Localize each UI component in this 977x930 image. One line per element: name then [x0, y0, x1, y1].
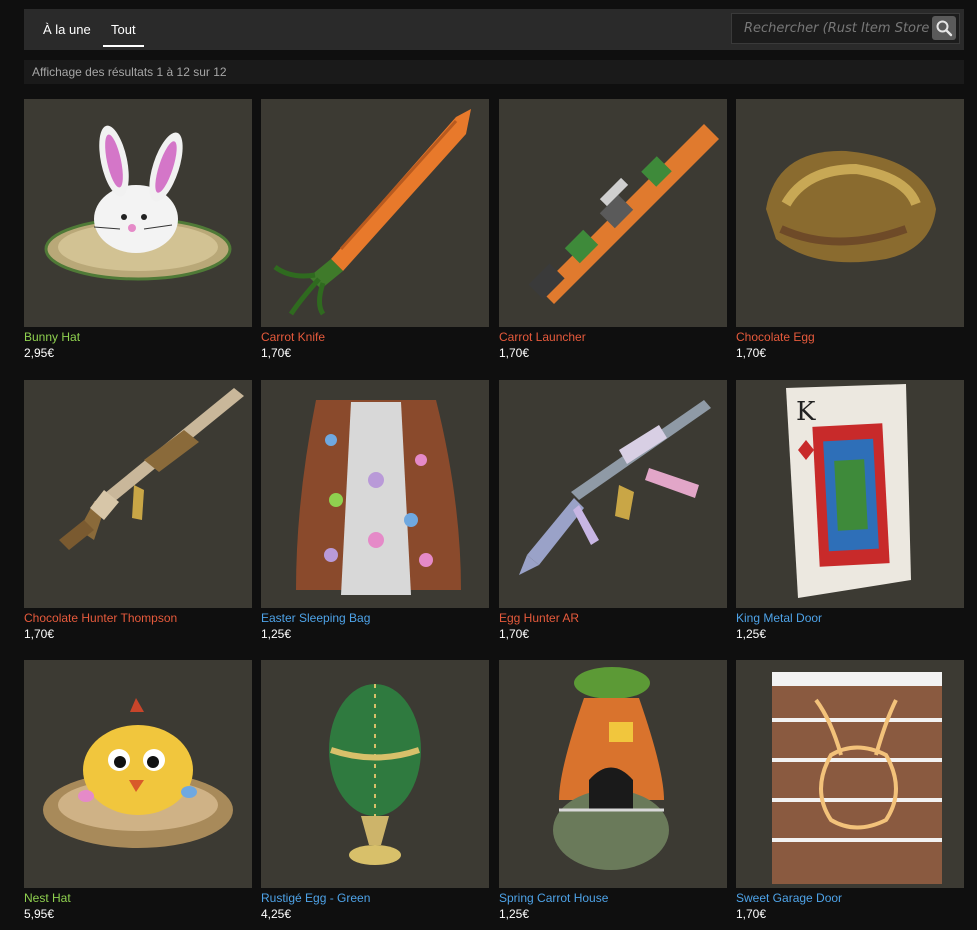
item-card[interactable]: Bunny Hat 2,95€	[24, 99, 252, 361]
item-price: 1,70€	[736, 346, 767, 360]
item-thumbnail[interactable]	[499, 99, 727, 327]
item-name[interactable]: Easter Sleeping Bag	[261, 611, 489, 626]
item-price: 5,95€	[24, 907, 55, 921]
chocolate-egg-icon	[766, 150, 936, 263]
item-card[interactable]: Easter Sleeping Bag 1,25€	[261, 380, 489, 642]
results-count: Affichage des résultats 1 à 12 sur 12	[24, 60, 964, 84]
sleeping-bag-icon	[296, 400, 461, 595]
item-name[interactable]: Nest Hat	[24, 891, 252, 906]
item-card[interactable]: Rustigé Egg - Green 4,25€	[261, 660, 489, 922]
item-price: 2,95€	[24, 346, 55, 360]
item-thumbnail[interactable]	[261, 380, 489, 608]
item-thumbnail[interactable]	[736, 660, 964, 888]
item-price: 4,25€	[261, 907, 292, 921]
svg-text:K: K	[796, 397, 816, 427]
carrot-launcher-icon	[528, 124, 719, 304]
item-name[interactable]: Bunny Hat	[24, 330, 252, 345]
item-name[interactable]: Spring Carrot House	[499, 891, 727, 906]
item-name[interactable]: Sweet Garage Door	[736, 891, 964, 906]
item-card[interactable]: Chocolate Hunter Thompson 1,70€	[24, 380, 252, 642]
item-name[interactable]: King Metal Door	[736, 611, 964, 626]
item-price: 1,70€	[499, 346, 530, 360]
item-price: 1,25€	[736, 627, 767, 641]
chick-nest-hat-icon	[43, 698, 233, 848]
assault-rifle-icon	[519, 400, 711, 575]
store-page: À la une Tout Affichage des résultats 1 …	[24, 9, 964, 921]
item-thumbnail[interactable]	[24, 99, 252, 327]
faberge-egg-icon	[329, 684, 421, 865]
tab-featured[interactable]: À la une	[43, 9, 91, 50]
garage-door-icon	[772, 672, 942, 884]
search-box	[731, 13, 960, 44]
item-thumbnail[interactable]	[24, 660, 252, 888]
item-thumbnail[interactable]	[499, 380, 727, 608]
item-card[interactable]: Egg Hunter AR 1,70€	[499, 380, 727, 642]
thompson-gun-icon	[59, 388, 244, 550]
item-price: 1,70€	[736, 907, 767, 921]
item-name[interactable]: Chocolate Hunter Thompson	[24, 611, 252, 626]
carrot-knife-icon	[273, 109, 471, 316]
item-thumbnail[interactable]	[499, 660, 727, 888]
item-thumbnail[interactable]	[736, 99, 964, 327]
item-price: 1,25€	[499, 907, 530, 921]
item-name[interactable]: Chocolate Egg	[736, 330, 964, 345]
item-price: 1,70€	[499, 627, 530, 641]
item-thumbnail[interactable]	[261, 99, 489, 327]
item-card[interactable]: Nest Hat 5,95€	[24, 660, 252, 922]
item-card[interactable]: Carrot Launcher 1,70€	[499, 99, 727, 361]
search-button[interactable]	[932, 16, 956, 40]
item-card[interactable]: Chocolate Egg 1,70€	[736, 99, 964, 361]
item-card[interactable]: Spring Carrot House 1,25€	[499, 660, 727, 922]
king-card-door-icon: K	[786, 384, 911, 598]
bunny-hat-icon	[44, 125, 232, 281]
item-thumbnail[interactable]	[24, 380, 252, 608]
item-card[interactable]: K King Metal Door 1,25€	[736, 380, 964, 642]
search-icon	[936, 20, 953, 37]
item-price: 1,70€	[24, 627, 55, 641]
tab-all[interactable]: Tout	[103, 9, 144, 50]
item-name[interactable]: Carrot Launcher	[499, 330, 727, 345]
store-nav-bar: À la une Tout	[24, 9, 964, 50]
item-thumbnail[interactable]: K	[736, 380, 964, 608]
item-name[interactable]: Carrot Knife	[261, 330, 489, 345]
item-name[interactable]: Egg Hunter AR	[499, 611, 727, 626]
item-card[interactable]: Carrot Knife 1,70€	[261, 99, 489, 361]
carrot-house-icon	[553, 667, 669, 870]
item-price: 1,70€	[261, 346, 292, 360]
item-thumbnail[interactable]	[261, 660, 489, 888]
item-name[interactable]: Rustigé Egg - Green	[261, 891, 489, 906]
item-card[interactable]: Sweet Garage Door 1,70€	[736, 660, 964, 922]
search-input[interactable]	[732, 14, 930, 43]
item-price: 1,25€	[261, 627, 292, 641]
